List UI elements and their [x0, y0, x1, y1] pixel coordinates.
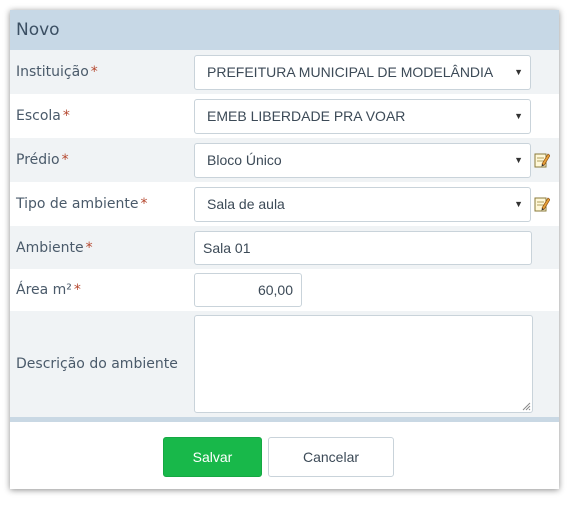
- required-mark: *: [85, 239, 93, 256]
- descricao-textarea[interactable]: [194, 315, 533, 413]
- predio-label: Prédio *: [16, 152, 69, 168]
- caret-down-icon: ▼: [514, 67, 523, 77]
- required-mark: *: [62, 108, 70, 124]
- escola-value: EMEB LIBERDADE PRA VOAR: [207, 108, 406, 124]
- ambiente-input[interactable]: Sala 01: [194, 230, 532, 265]
- row-instituicao: Instituição * PREFEITURA MUNICIPAL DE MOD…: [10, 50, 559, 94]
- dialog-title: Novo: [16, 20, 60, 40]
- required-mark: *: [61, 152, 69, 168]
- caret-down-icon: ▼: [514, 199, 523, 209]
- row-escola: Escola * EMEB LIBERDADE PRA VOAR ▼: [10, 94, 559, 138]
- cancel-button[interactable]: Cancelar: [268, 437, 394, 477]
- descricao-label: Descrição do ambiente: [16, 356, 178, 372]
- row-area: Área m² * 60,00: [10, 269, 559, 311]
- area-label: Área m² *: [16, 282, 81, 298]
- instituicao-value: PREFEITURA MUNICIPAL DE MODELÂNDIA: [207, 64, 494, 80]
- row-ambiente: Ambiente * Sala 01: [10, 226, 559, 269]
- area-input[interactable]: 60,00: [194, 273, 302, 307]
- new-environment-dialog: Novo Instituição * PREFEITURA MUNICIPAL D…: [10, 10, 559, 489]
- dialog-header: Novo: [10, 10, 559, 50]
- caret-down-icon: ▼: [514, 155, 523, 165]
- row-predio: Prédio * Bloco Único ▼: [10, 138, 559, 182]
- predio-value: Bloco Único: [207, 152, 282, 168]
- escola-select[interactable]: EMEB LIBERDADE PRA VOAR ▼: [194, 98, 531, 134]
- required-mark: *: [140, 196, 148, 212]
- predio-select[interactable]: Bloco Único ▼: [194, 142, 531, 178]
- required-mark: *: [90, 64, 98, 80]
- edit-predio-icon[interactable]: [534, 152, 550, 168]
- escola-label: Escola *: [16, 108, 70, 124]
- row-descricao: Descrição do ambiente: [10, 311, 559, 417]
- required-mark: *: [73, 282, 81, 298]
- save-button[interactable]: Salvar: [163, 437, 262, 477]
- caret-down-icon: ▼: [514, 111, 523, 121]
- form: Instituição * PREFEITURA MUNICIPAL DE MOD…: [10, 50, 559, 417]
- tipo-ambiente-label: Tipo de ambiente *: [16, 196, 148, 212]
- row-tipo-ambiente: Tipo de ambiente * Sala de aula ▼: [10, 182, 559, 226]
- instituicao-label: Instituição *: [16, 64, 98, 80]
- edit-tipo-ambiente-icon[interactable]: [534, 196, 550, 212]
- ambiente-label: Ambiente *: [16, 239, 93, 256]
- tipo-ambiente-value: Sala de aula: [207, 196, 285, 212]
- resize-grip-icon[interactable]: [522, 402, 531, 411]
- dialog-footer: Salvar Cancelar: [10, 422, 559, 489]
- tipo-ambiente-select[interactable]: Sala de aula ▼: [194, 186, 531, 222]
- instituicao-select[interactable]: PREFEITURA MUNICIPAL DE MODELÂNDIA ▼: [194, 54, 531, 90]
